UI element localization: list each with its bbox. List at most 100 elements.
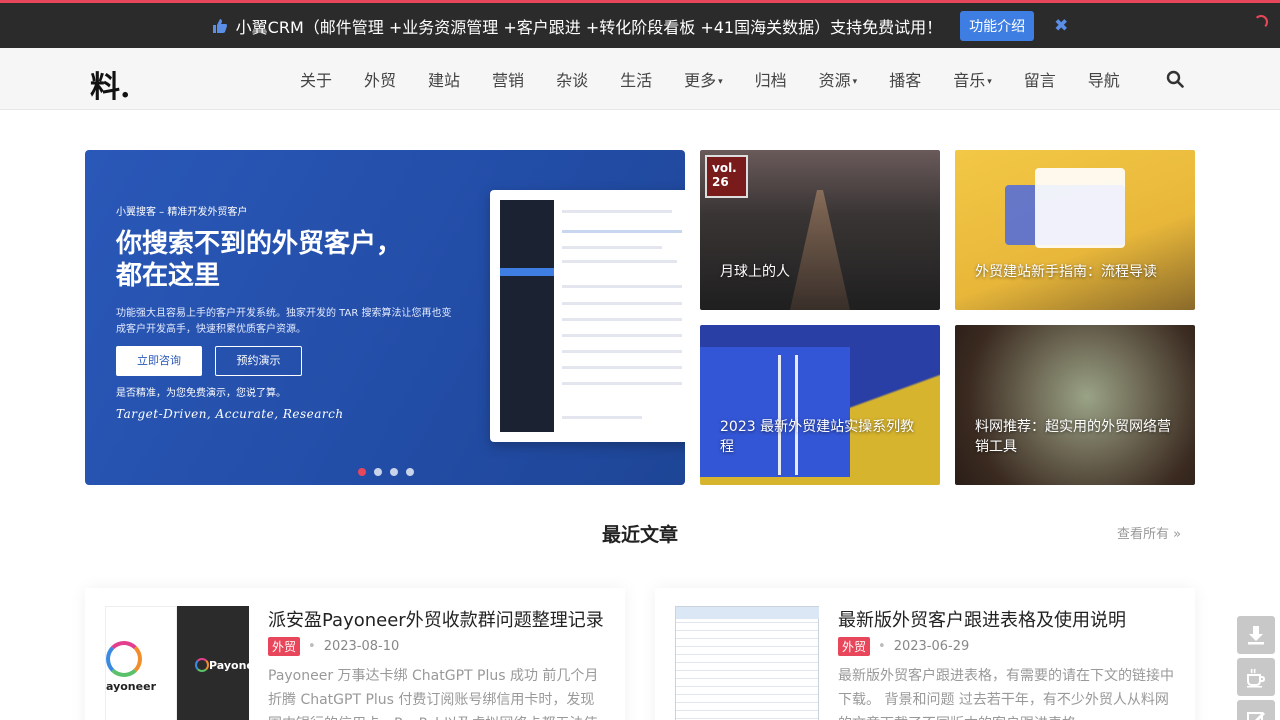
- volume-badge: vol. 26: [705, 155, 748, 198]
- app-row: [562, 318, 682, 321]
- nav-item-trade[interactable]: 外贸: [364, 67, 396, 91]
- app-row: [562, 334, 682, 337]
- nav-item-about[interactable]: 关于: [300, 67, 332, 91]
- demo-button[interactable]: 预约演示: [215, 346, 302, 376]
- slider-dot-4[interactable]: [406, 468, 414, 476]
- main-nav: 料. 关于 外贸 建站 营销 杂谈 生活 更多 ▾ 归档 资源 ▾ 播客 音乐 ▾ 留…: [0, 48, 1280, 110]
- volume-badge-number: 26: [712, 175, 729, 189]
- app-screenshot-image: [490, 190, 685, 442]
- nav-item-podcast[interactable]: 播客: [889, 67, 921, 91]
- illustration-image: [1035, 168, 1125, 248]
- close-icon[interactable]: ✖: [1054, 16, 1068, 36]
- slider-dot-1[interactable]: [358, 468, 366, 476]
- spreadsheet-header: [676, 607, 819, 619]
- hero-description: 功能强大且容易上手的客户开发系统。独家开发的 TAR 搜索算法让您再也变成客户开…: [116, 308, 452, 335]
- section-title: 最近文章: [601, 524, 678, 546]
- edit-button[interactable]: [1237, 700, 1275, 720]
- chevron-down-icon: ▾: [718, 76, 723, 87]
- article-excerpt: Payoneer 万事达卡绑 ChatGPT Plus 成功 前几个月折腾 Ch…: [268, 668, 599, 720]
- app-row: [562, 260, 677, 263]
- article-thumbnail[interactable]: ayoneer Payone: [105, 606, 249, 720]
- app-row: [562, 285, 682, 288]
- category-badge[interactable]: 外贸: [268, 637, 301, 656]
- nav-item-marketing[interactable]: 营销: [492, 67, 524, 91]
- ladder-image: [778, 355, 798, 475]
- edit-icon: [1247, 712, 1265, 720]
- article-card[interactable]: ayoneer Payone 派安盈Payoneer外贸收款群问题整理记录 外贸…: [85, 588, 625, 720]
- loading-spinner-icon: [1254, 15, 1268, 29]
- hero-brand: 小翼搜客 – 精准开发外贸客户: [116, 207, 248, 218]
- illustration-image: [700, 347, 850, 477]
- payoneer-ring-icon: [195, 658, 209, 672]
- hero-headline-line2: 都在这里: [116, 261, 221, 291]
- thumb-text: ayoneer: [106, 680, 156, 693]
- feature-tile-marketing-tools[interactable]: 料网推荐：超实用的外贸网络营销工具: [955, 325, 1195, 485]
- payoneer-ring-icon: [106, 641, 142, 677]
- nav-item-resources[interactable]: 资源 ▾: [819, 67, 858, 91]
- nav-menu: 关于 外贸 建站 营销 杂谈 生活 更多 ▾ 归档 资源 ▾ 播客 音乐 ▾ 留言 导…: [300, 48, 1152, 110]
- hero-headline: 你搜索不到的外贸客户， 都在这里: [116, 228, 402, 292]
- tile-caption: 外贸建站新手指南：流程导读: [975, 264, 1157, 280]
- app-row: [562, 302, 682, 305]
- app-sidebar-image: [500, 200, 554, 432]
- article-date: 2023-08-10: [323, 639, 400, 654]
- nav-item-resources-label: 资源: [818, 71, 851, 90]
- payoneer-dark-image: Payone: [177, 606, 249, 720]
- tile-caption: 2023 最新外贸建站实操系列教程: [720, 419, 915, 455]
- spreadsheet-image: [675, 606, 819, 720]
- meta-separator: •: [308, 639, 316, 654]
- article-excerpt: 最新版外贸客户跟进表格，有需要的请在下文的链接中下载。 背景和问题 过去若干年，…: [838, 668, 1174, 720]
- hero-headline-line1: 你搜索不到的外贸客户，: [116, 229, 403, 259]
- article-meta: 外贸 • 2023-08-10: [268, 637, 399, 656]
- category-badge[interactable]: 外贸: [838, 637, 871, 656]
- article-title[interactable]: 派安盈Payoneer外贸收款群问题整理记录: [268, 606, 604, 632]
- tile-caption: 料网推荐：超实用的外贸网络营销工具: [975, 419, 1171, 455]
- slider-dot-3[interactable]: [390, 468, 398, 476]
- feature-tile-site-guide[interactable]: 外贸建站新手指南：流程导读: [955, 150, 1195, 310]
- download-button[interactable]: [1237, 616, 1275, 654]
- app-row: [562, 210, 672, 213]
- volume-badge-label: vol.: [712, 161, 737, 175]
- nav-item-more-label: 更多: [684, 71, 717, 90]
- chevron-down-icon: ▾: [987, 76, 992, 87]
- chevron-down-icon: ▾: [852, 76, 858, 87]
- slider-dots: [358, 468, 422, 476]
- article-meta: 外贸 • 2023-06-29: [838, 637, 969, 656]
- nav-item-archive[interactable]: 归档: [755, 67, 787, 91]
- app-sidebar-highlight: [500, 268, 554, 276]
- app-row: [562, 246, 662, 249]
- donate-button[interactable]: [1237, 658, 1275, 696]
- meta-separator: •: [878, 639, 886, 654]
- article-title[interactable]: 最新版外贸客户跟进表格及使用说明: [838, 606, 1126, 632]
- features-button[interactable]: 功能介绍: [960, 10, 1035, 41]
- nav-item-website[interactable]: 建站: [428, 67, 460, 91]
- nav-item-music[interactable]: 音乐 ▾: [953, 67, 992, 91]
- consult-button[interactable]: 立即咨询: [116, 346, 202, 376]
- article-card[interactable]: 最新版外贸客户跟进表格及使用说明 外贸 • 2023-06-29 最新版外贸客户…: [655, 588, 1195, 720]
- nav-item-music-label: 音乐: [953, 71, 986, 90]
- view-all-link[interactable]: 查看所有 »: [1117, 523, 1181, 542]
- tile-caption: 月球上的人: [720, 264, 790, 280]
- app-row: [562, 350, 682, 353]
- app-row: [562, 366, 682, 369]
- coffee-cup-icon: [1247, 668, 1266, 688]
- search-icon[interactable]: [1166, 70, 1184, 88]
- feature-tile-site-tutorial[interactable]: 2023 最新外贸建站实操系列教程: [700, 325, 940, 485]
- nav-item-more[interactable]: 更多 ▾: [684, 67, 723, 91]
- nav-item-guestbook[interactable]: 留言: [1024, 67, 1056, 91]
- hero-slider[interactable]: 小翼搜客 – 精准开发外贸客户 你搜索不到的外贸客户， 都在这里 功能强大且容易…: [85, 150, 685, 485]
- nav-item-life[interactable]: 生活: [620, 67, 652, 91]
- hero-note: 是否精准，为您免费演示，您说了算。: [116, 388, 286, 399]
- nav-item-misc[interactable]: 杂谈: [556, 67, 588, 91]
- download-icon: [1248, 626, 1264, 645]
- thumbs-up-icon: [212, 18, 227, 33]
- feature-tile-moon[interactable]: vol. 26 月球上的人: [700, 150, 940, 310]
- announcement-bar: 小翼CRM（邮件管理 +业务资源管理 +客户跟进 +转化阶段看板 +41国海关数…: [0, 0, 1280, 48]
- nav-item-navigation[interactable]: 导航: [1088, 67, 1120, 91]
- payoneer-logo-image: ayoneer: [105, 606, 177, 720]
- bridge-image: [790, 190, 850, 310]
- site-logo[interactable]: 料.: [90, 62, 130, 106]
- article-thumbnail[interactable]: [675, 606, 819, 720]
- slider-dot-2[interactable]: [374, 468, 382, 476]
- app-row: [562, 416, 642, 419]
